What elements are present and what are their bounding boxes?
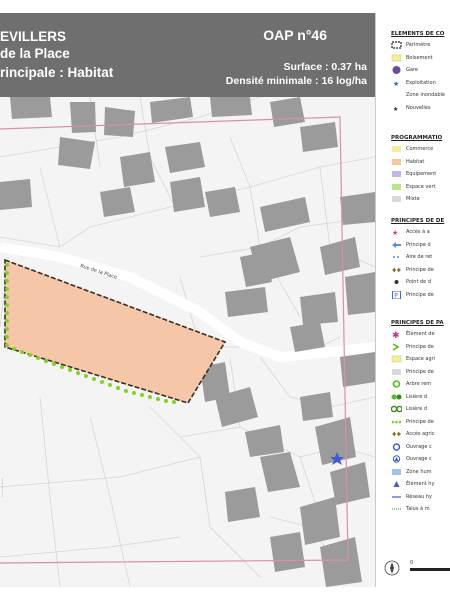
svg-text:★: ★ bbox=[393, 80, 399, 87]
density-label: Densité minimale : 16 log/ha bbox=[225, 75, 367, 87]
legend-panel: ELEMENTS DE CO Périmètre Boisement Gare ★ Exp… bbox=[375, 13, 450, 587]
legend-item-label: Zone inondable bbox=[406, 92, 445, 98]
blue-swatch-icon bbox=[392, 468, 401, 475]
legend-item-label: Principe de bbox=[406, 343, 434, 350]
perimeter-dashed-icon bbox=[391, 41, 402, 49]
legend-item-label: Commerce bbox=[406, 146, 434, 152]
magenta-asterisk-icon: ✱ bbox=[392, 331, 400, 338]
black-star-icon: ★ bbox=[393, 106, 398, 112]
legend-item-label: Nouvelles bbox=[406, 104, 431, 111]
title-line-3: rincipale : Habitat bbox=[0, 65, 114, 80]
point-icon bbox=[394, 280, 399, 284]
svg-text:★: ★ bbox=[393, 106, 398, 112]
parking-icon: P bbox=[392, 290, 401, 299]
map-canvas[interactable]: Rue de la Place ............... bbox=[0, 97, 375, 587]
surface-label: Surface : 0.37 ha bbox=[283, 61, 367, 73]
legend-item-label: Equipement bbox=[406, 171, 437, 177]
legend-section-title: PROGRAMMATIO bbox=[391, 135, 443, 141]
legend-item-label: Arbre rem bbox=[406, 381, 432, 387]
svg-text:P: P bbox=[394, 292, 398, 299]
blue-triangle-small-icon bbox=[393, 481, 400, 487]
yellow-swatch-icon bbox=[392, 146, 401, 152]
green-swatch-icon bbox=[392, 183, 401, 190]
legend-item-label: Espace agri bbox=[406, 356, 436, 362]
orange-swatch-icon bbox=[392, 158, 401, 165]
yellow-box-icon bbox=[391, 54, 402, 61]
legend-item-label: Lisière d bbox=[406, 406, 428, 412]
title-line-2: de la Place bbox=[0, 46, 70, 61]
gray-swatch-icon bbox=[392, 368, 401, 375]
scale-zero: 0 bbox=[410, 560, 413, 566]
legend-item-label: Lisière d bbox=[406, 393, 428, 400]
legend-item-label: Point de d bbox=[406, 279, 432, 285]
talus-icon bbox=[392, 508, 401, 510]
green-balls-icon bbox=[391, 394, 402, 399]
legend-item-label: Périmètre bbox=[406, 42, 431, 48]
habitat-zone bbox=[4, 258, 227, 404]
brown-double-arrow-icon bbox=[392, 267, 401, 272]
legend-item-label: Exploitation bbox=[406, 79, 436, 86]
title-line-1: EVILLERS bbox=[0, 29, 67, 44]
blue-circle-icon bbox=[392, 442, 401, 451]
legend-item-label: Mixte bbox=[406, 196, 420, 202]
blue-line-icon bbox=[392, 495, 401, 498]
legend-item-label: Boisement bbox=[406, 54, 433, 61]
map-drawing: Rue de la Place ............... bbox=[0, 97, 375, 587]
legend-item-label: Principe de bbox=[406, 266, 434, 273]
legend-item-label: Principe de bbox=[406, 418, 434, 425]
svg-text:★: ★ bbox=[392, 229, 398, 236]
legend-item-label: Élément de bbox=[406, 331, 435, 337]
legend-item-label: Ouvrage c bbox=[406, 443, 432, 450]
legend-item-label: Accès agric bbox=[406, 431, 435, 437]
legend-section-title: PRINCIPES DE PA bbox=[391, 320, 444, 326]
blue-arrow-icon bbox=[392, 241, 401, 248]
scale-and-north: 0 bbox=[384, 560, 450, 576]
purple-circle-icon bbox=[392, 66, 401, 74]
legend-item-label: Espace vert bbox=[406, 183, 436, 190]
legend-item-label: Principe d bbox=[406, 241, 431, 248]
legend-item-label: Réseau hy bbox=[406, 493, 432, 500]
legend-item-label: Habitat bbox=[406, 158, 425, 165]
empty-icon bbox=[391, 91, 402, 99]
purple-swatch-icon bbox=[392, 171, 401, 177]
legend-item-label: Accès à a bbox=[406, 229, 430, 235]
legend-item-label: Gare bbox=[406, 67, 418, 73]
green-double-ring-icon bbox=[391, 405, 402, 413]
svg-text:✱: ✱ bbox=[392, 331, 400, 338]
legend-item-label: Élément hy bbox=[406, 481, 435, 487]
red-star-icon: ★ bbox=[392, 229, 398, 236]
blue-dotted-icon bbox=[393, 256, 399, 258]
legend-item-label: Zone hum bbox=[406, 468, 432, 475]
legend-item-label: Ouvrage c bbox=[406, 456, 432, 462]
legend-item-label: Aire de ret bbox=[406, 254, 433, 260]
legend-item-label: Principe de bbox=[406, 291, 434, 298]
oap-number: OAP n°46 bbox=[263, 27, 327, 43]
vertical-note: ............... bbox=[0, 478, 4, 497]
legend-section-title: ELEMENTS DE CO bbox=[391, 31, 445, 37]
scale-bar bbox=[410, 568, 450, 571]
title-banner: EVILLERS de la Place rincipale : Habitat… bbox=[0, 13, 375, 97]
gray-swatch-icon bbox=[392, 196, 401, 202]
yellow-box-icon bbox=[391, 355, 402, 363]
green-dots-icon bbox=[391, 420, 402, 423]
green-ring-icon bbox=[392, 380, 401, 388]
brown-double-arrow-icon bbox=[392, 431, 401, 437]
blue-triangle-icon bbox=[392, 455, 401, 463]
legend-section-title: PRINCIPES DE DE bbox=[391, 218, 445, 224]
green-chevron-icon bbox=[392, 342, 400, 351]
legend-item-label: Principe de bbox=[406, 368, 434, 375]
blue-star-icon: ★ bbox=[393, 80, 399, 87]
legend-item-label: Talus à m bbox=[406, 506, 430, 512]
